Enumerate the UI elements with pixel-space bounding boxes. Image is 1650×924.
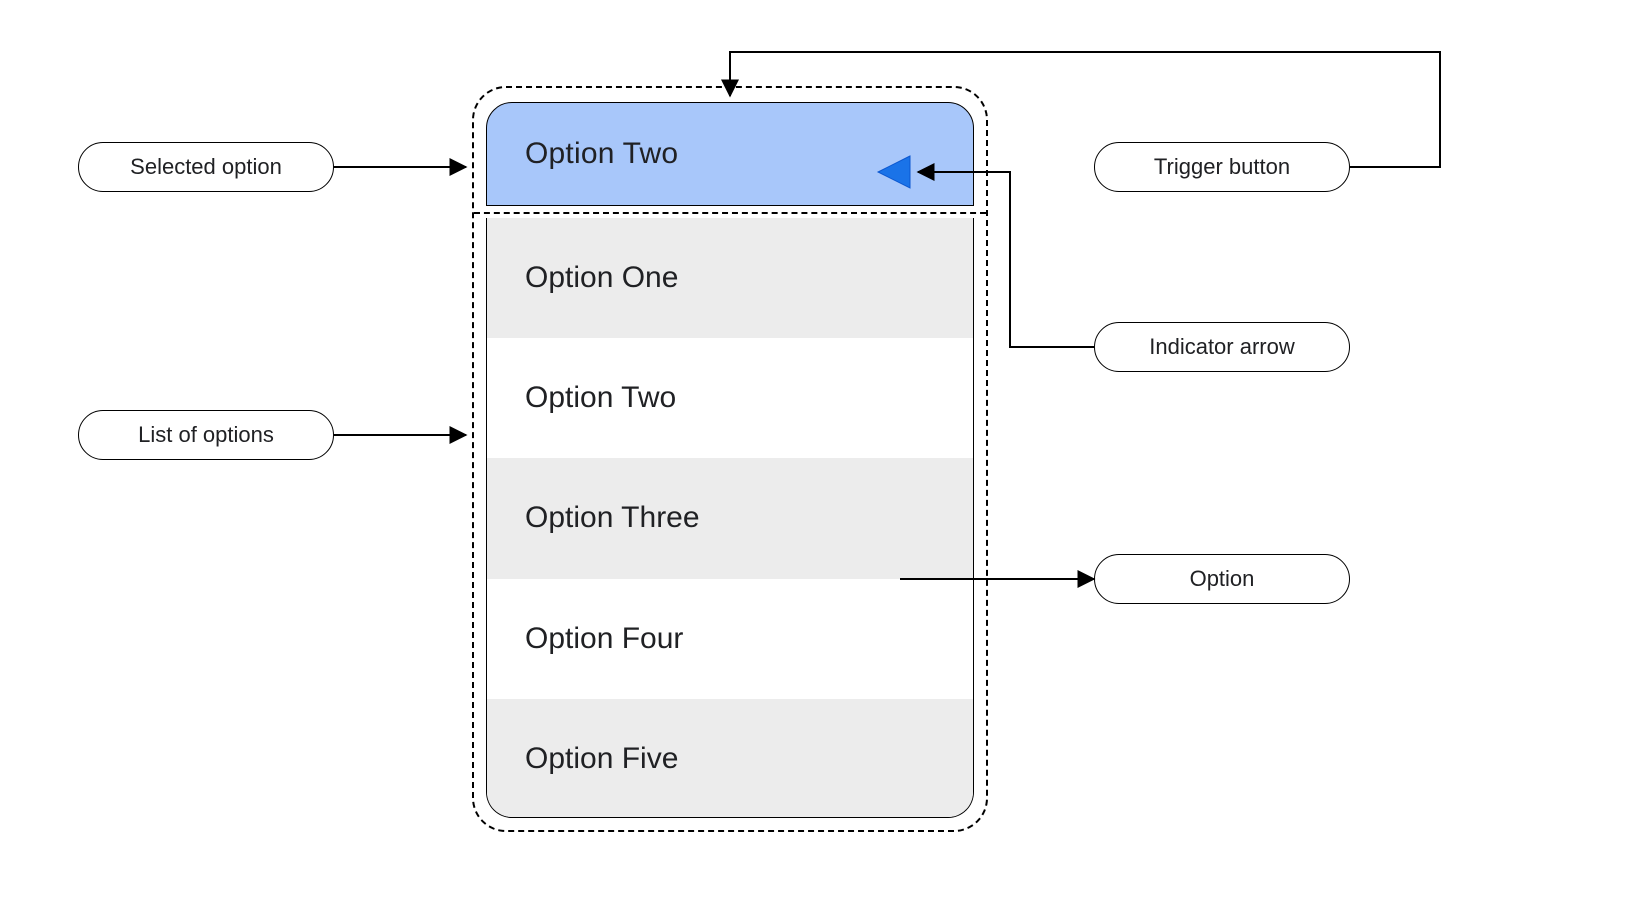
- callout-list-of-options: List of options: [78, 410, 334, 460]
- trigger-dashed-divider: [474, 212, 986, 214]
- list-item[interactable]: Option Three: [487, 458, 973, 578]
- callout-label: List of options: [138, 422, 274, 448]
- list-item-label: Option Five: [525, 742, 678, 776]
- callout-label: Indicator arrow: [1149, 334, 1295, 360]
- options-list: Option One Option Two Option Three Optio…: [486, 218, 974, 818]
- trigger-button[interactable]: Option Two: [486, 102, 974, 206]
- callout-indicator-arrow: Indicator arrow: [1094, 322, 1350, 372]
- list-item[interactable]: Option Five: [487, 699, 973, 818]
- list-item-label: Option Four: [525, 622, 683, 656]
- list-item-label: Option One: [525, 261, 678, 295]
- callout-option: Option: [1094, 554, 1350, 604]
- list-item[interactable]: Option One: [487, 218, 973, 338]
- list-item[interactable]: Option Two: [487, 338, 973, 458]
- callout-label: Selected option: [130, 154, 282, 180]
- callout-selected-option: Selected option: [78, 142, 334, 192]
- list-item-label: Option Two: [525, 381, 676, 415]
- list-item-label: Option Three: [525, 501, 700, 535]
- selected-option-label: Option Two: [525, 137, 678, 171]
- callout-label: Option: [1190, 566, 1255, 592]
- callout-trigger-button: Trigger button: [1094, 142, 1350, 192]
- list-item[interactable]: Option Four: [487, 579, 973, 699]
- diagram-stage: Option Two Option One Option Two Option …: [0, 0, 1650, 924]
- callout-label: Trigger button: [1154, 154, 1290, 180]
